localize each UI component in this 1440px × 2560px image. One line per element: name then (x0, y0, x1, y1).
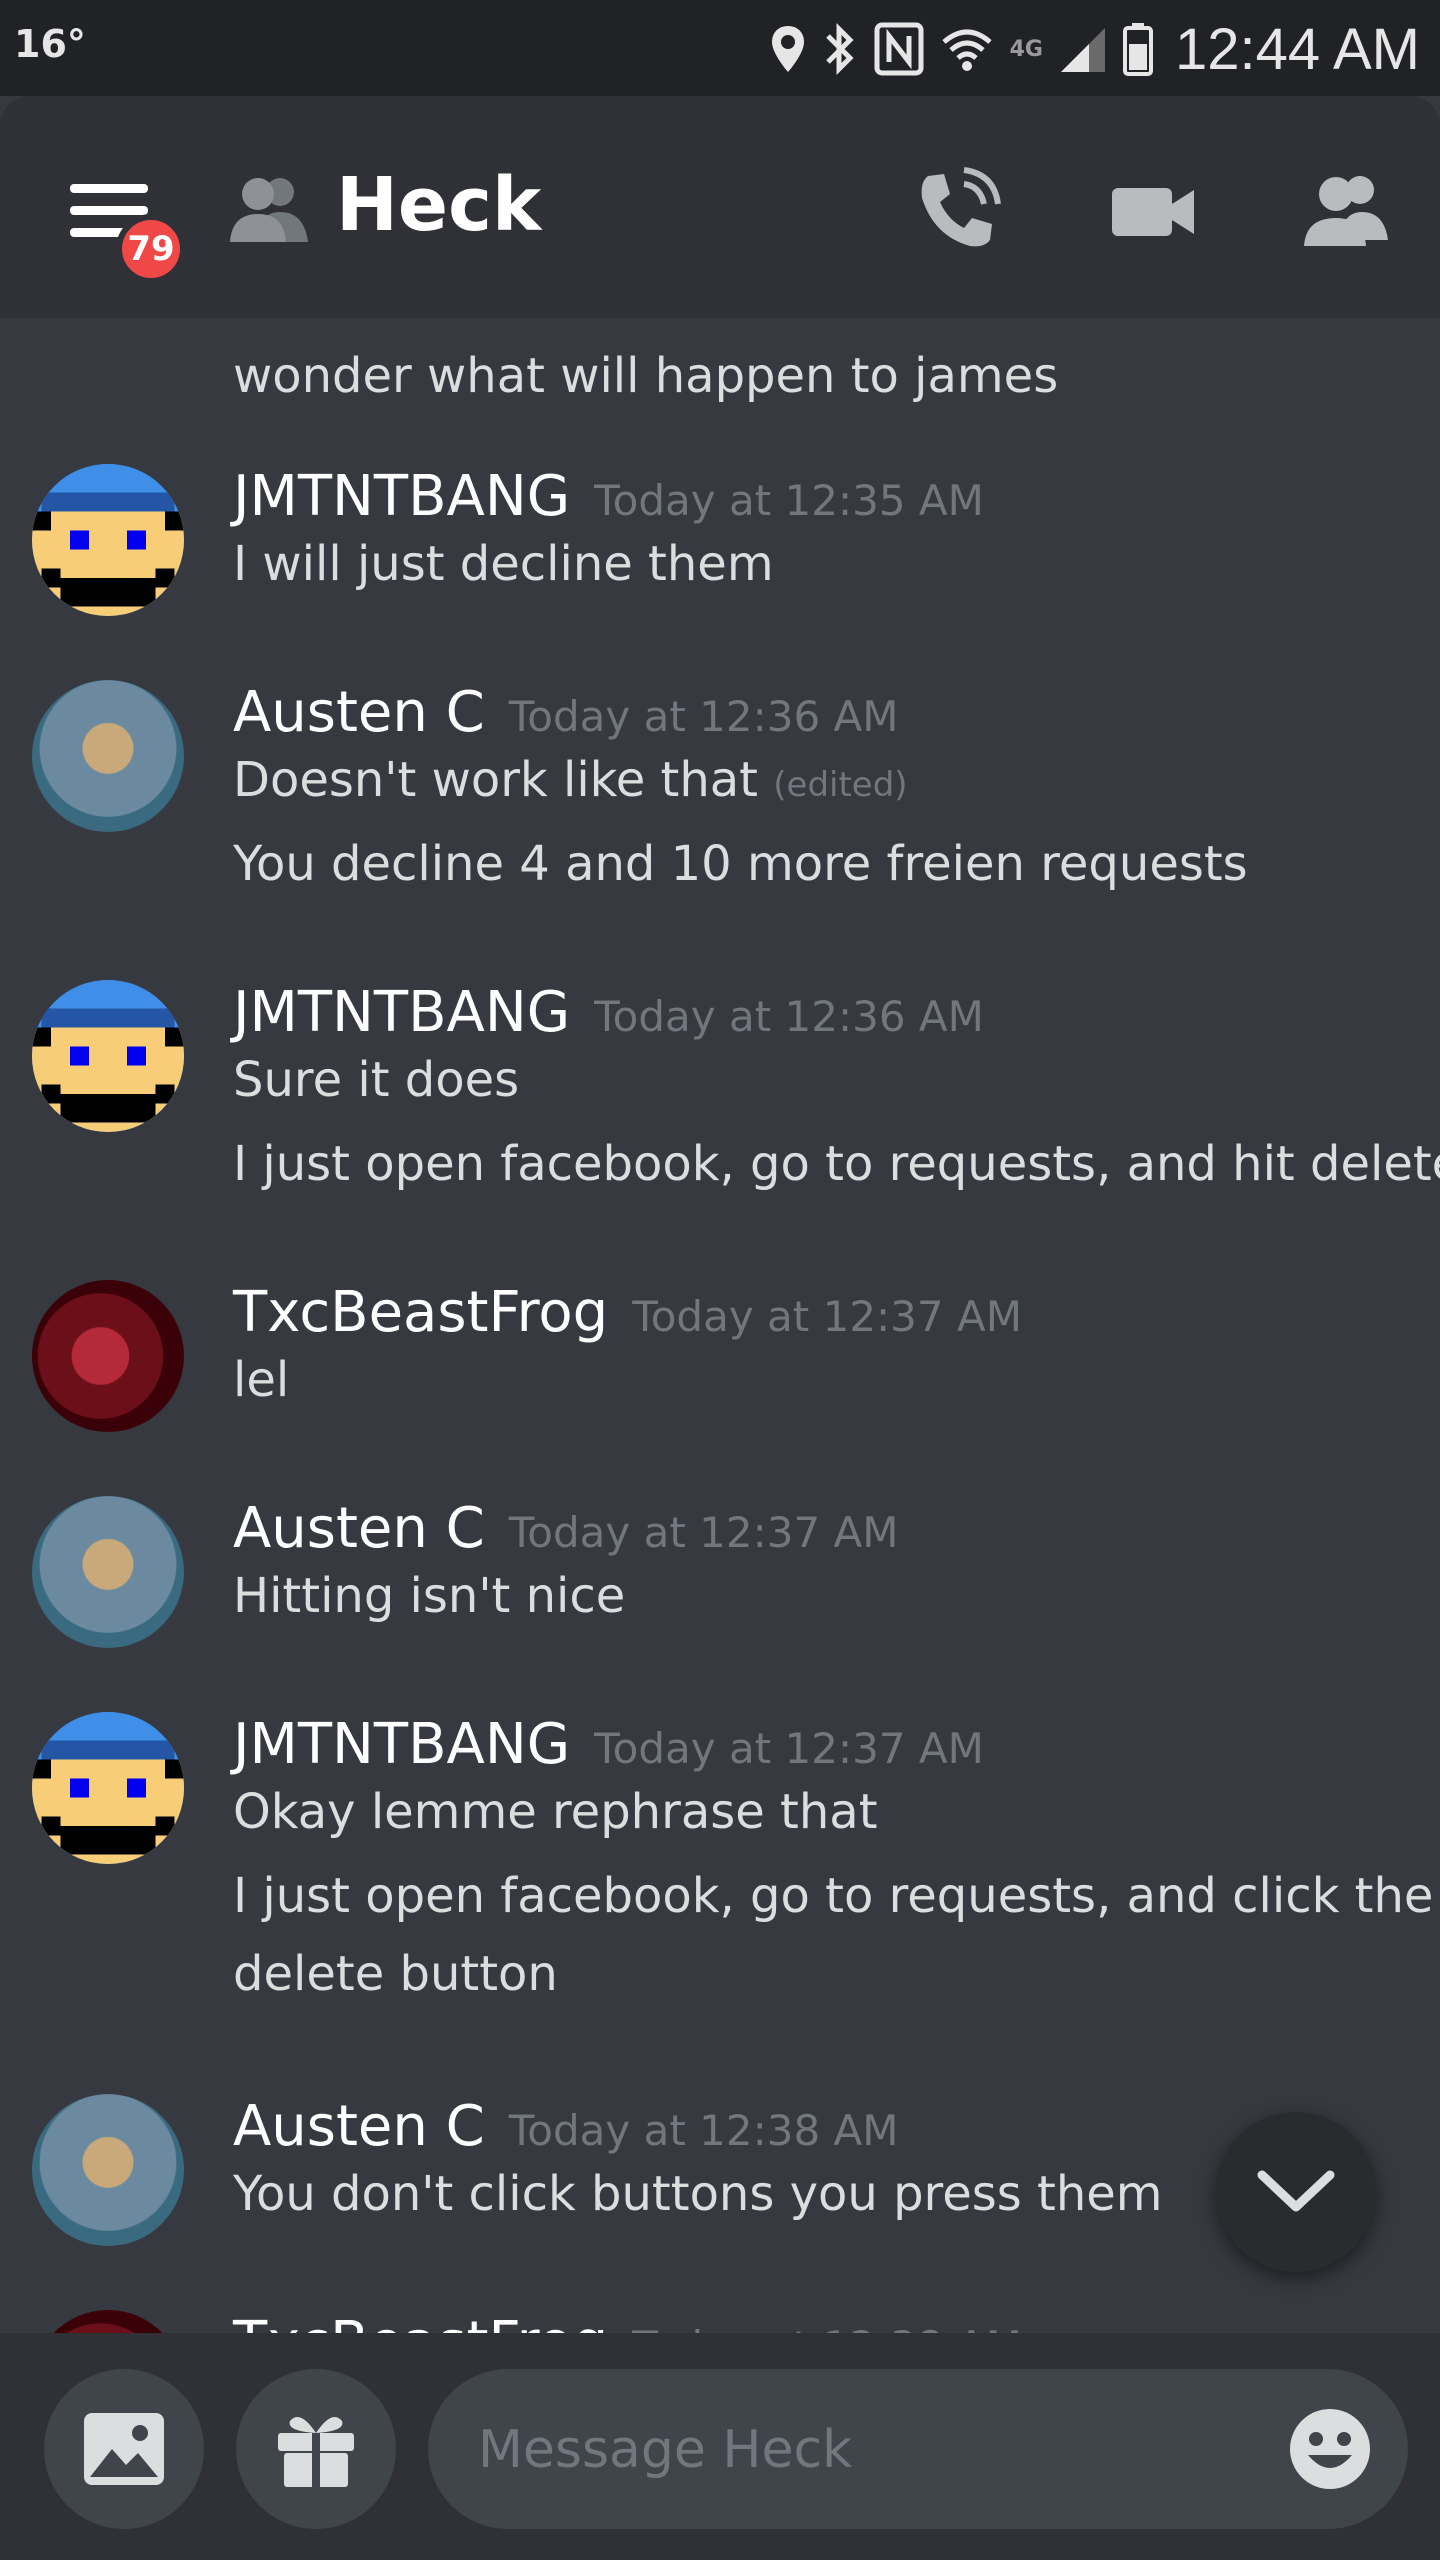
avatar[interactable] (32, 2310, 184, 2333)
message-text: Doesn't work like that (edited) (233, 752, 908, 808)
avatar[interactable] (32, 464, 184, 616)
message-text: delete button (233, 1946, 558, 2002)
message-text: Sure it does (233, 1052, 520, 1108)
bluetooth-icon (825, 22, 854, 76)
username[interactable]: TxcBeastFrog Today at 12:37 AM (233, 1280, 1022, 1345)
video-call-icon[interactable] (1110, 166, 1196, 256)
timestamp: Today at 12:37 AM (632, 1292, 1022, 1341)
clock: 12:44 AM (1174, 16, 1420, 82)
voice-call-icon[interactable] (914, 166, 1004, 256)
timestamp: Today at 12:36 AM (508, 692, 899, 741)
username[interactable]: JMTNTBANG Today at 12:36 AM (233, 980, 984, 1045)
chevron-down-icon (1257, 2170, 1335, 2212)
nfc-icon (874, 22, 924, 76)
avatar[interactable] (32, 1280, 184, 1432)
channel-title: Heck (336, 162, 542, 248)
message-input[interactable] (476, 2369, 1240, 2531)
timestamp: Today at 12:36 AM (594, 992, 984, 1041)
message-text: I just open facebook, go to requests, an… (233, 1136, 1440, 1192)
timestamp: Today at 12:38 AM (508, 2106, 899, 2155)
avatar[interactable] (32, 1712, 184, 1864)
network-type: 4G (1009, 36, 1043, 62)
status-bar: 16° 4G 12:44 AM (0, 0, 1440, 96)
username[interactable]: JMTNTBANG Today at 12:35 AM (233, 464, 984, 529)
timestamp: Today at 12:35 AM (594, 476, 984, 525)
gift-icon (278, 2417, 354, 2487)
avatar[interactable] (32, 1496, 184, 1648)
message-text: lel (233, 1352, 290, 1408)
status-icons: 4G 12:44 AM (770, 14, 1420, 84)
channel-header: 79 Heck (0, 96, 1440, 318)
group-dm-icon (230, 178, 308, 242)
username[interactable]: Austen C Today at 12:37 AM (233, 1496, 899, 1561)
username[interactable]: Austen C Today at 12:36 AM (233, 680, 899, 745)
gift-button[interactable] (236, 2369, 396, 2529)
avatar[interactable] (32, 980, 184, 1132)
temperature: 16° (14, 22, 86, 66)
username[interactable]: JMTNTBANG Today at 12:37 AM (233, 1712, 984, 1777)
members-icon[interactable] (1300, 166, 1390, 256)
username[interactable]: TxcBeastFrogToday at 12:38 AM (233, 2310, 1022, 2333)
unread-badge: 79 (116, 214, 186, 284)
message-text: You don't click buttons you press them (233, 2166, 1163, 2222)
jump-to-bottom-button[interactable] (1216, 2112, 1376, 2272)
username[interactable]: Austen C Today at 12:38 AM (233, 2094, 899, 2159)
edited-label: (edited) (773, 765, 908, 805)
attach-image-button[interactable] (44, 2369, 204, 2529)
location-icon (771, 26, 804, 72)
message-text: I just open facebook, go to requests, an… (233, 1868, 1434, 1924)
wifi-icon (941, 29, 992, 71)
message-text: wonder what will happen to james (233, 348, 1059, 404)
message-input-container (428, 2369, 1408, 2531)
avatar[interactable] (32, 680, 184, 832)
message-composer (0, 2333, 1440, 2560)
signal-icon (1060, 28, 1105, 72)
avatar[interactable] (32, 2094, 184, 2246)
message-text: You decline 4 and 10 more freien request… (233, 836, 1248, 892)
emoji-icon[interactable] (1288, 2407, 1372, 2491)
timestamp: Today at 12:38 AM (632, 2322, 1022, 2333)
battery-icon (1122, 23, 1153, 76)
message-list[interactable]: wonder what will happen to james JMTNTBA… (0, 318, 1440, 2333)
timestamp: Today at 12:37 AM (508, 1508, 899, 1557)
image-icon (84, 2413, 164, 2485)
message-text: Okay lemme rephrase that (233, 1784, 878, 1840)
message-text: Hitting isn't nice (233, 1568, 626, 1624)
timestamp: Today at 12:37 AM (594, 1724, 984, 1773)
message-text: I will just decline them (233, 536, 774, 592)
